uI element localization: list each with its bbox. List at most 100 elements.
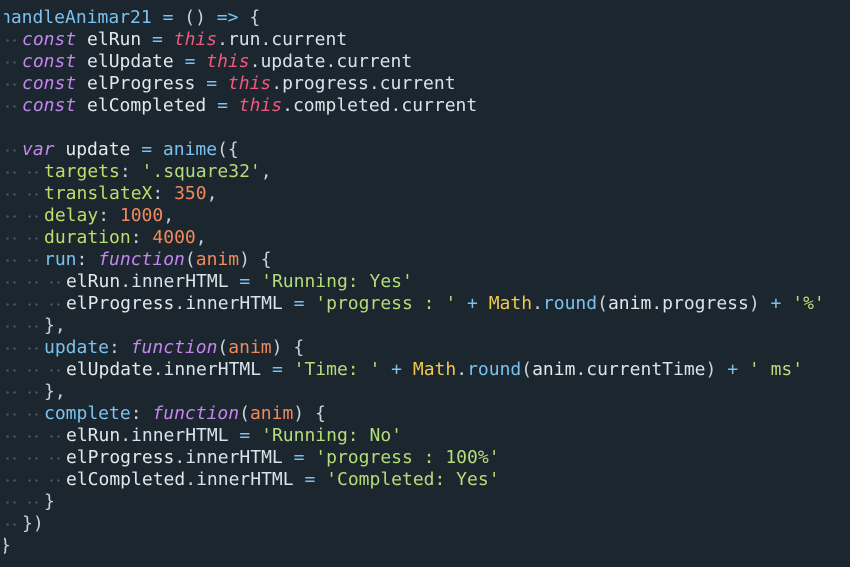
code-line[interactable]: update: function(anim) { [0, 337, 850, 359]
code-line[interactable]: complete: function(anim) { [0, 403, 850, 425]
code-text: }) [22, 513, 44, 535]
indent-guide [44, 447, 66, 469]
code-token: this [238, 95, 283, 116]
code-text: }, [44, 315, 66, 337]
code-token: }, [44, 315, 66, 336]
code-line[interactable]: elRun.innerHTML = 'Running: No' [0, 425, 850, 447]
code-line[interactable]: } [0, 491, 850, 513]
code-text: var update = anime({ [22, 139, 239, 161]
code-token: function [152, 403, 240, 424]
code-text: delay: 1000, [44, 205, 174, 227]
code-token: + [467, 293, 478, 314]
code-token: duration [44, 227, 131, 248]
code-token: 'progress : 100%' [315, 447, 500, 468]
code-token: innerHTML [131, 425, 229, 446]
indent-guide [0, 293, 22, 315]
code-token: . [185, 469, 197, 490]
code-token: + [391, 359, 403, 380]
code-line[interactable]: translateX: 350, [0, 183, 850, 205]
code-line[interactable]: elProgress.innerHTML = 'progress : ' + M… [0, 293, 850, 315]
code-token: run [227, 29, 261, 50]
code-text: complete: function(anim) { [44, 403, 326, 425]
code-token: elRun [66, 425, 121, 446]
code-line[interactable]: }, [0, 315, 850, 337]
code-line[interactable]: const elCompleted = this.completed.curre… [0, 95, 850, 117]
code-token: anim [228, 337, 272, 358]
code-editor[interactable]: handleAnimar21 = () => {const elRun = th… [0, 0, 850, 567]
code-line[interactable]: elCompleted.innerHTML = 'Completed: Yes' [0, 469, 850, 491]
indent-guide [0, 381, 22, 403]
indent-guide [22, 315, 44, 337]
code-line[interactable]: delay: 1000, [0, 205, 850, 227]
code-token: ) [748, 293, 760, 314]
code-token: handleAnimar21 [0, 7, 152, 28]
code-token: . [120, 271, 132, 292]
code-line[interactable]: var update = anime({ [0, 139, 850, 161]
code-token: this [206, 51, 250, 72]
code-line[interactable]: targets: '.square32', [0, 161, 850, 183]
code-line[interactable] [0, 117, 850, 139]
code-token: = [152, 29, 163, 50]
code-token: Math [488, 293, 533, 314]
code-token: ) [705, 359, 717, 380]
code-token: = [239, 271, 251, 292]
indent-guide [22, 271, 44, 293]
indent-guide [22, 469, 44, 491]
code-line[interactable]: const elRun = this.run.current [0, 29, 850, 51]
code-line[interactable]: const elProgress = this.progress.current [0, 73, 850, 95]
code-token: elProgress [66, 293, 175, 314]
code-token: innerHTML [185, 447, 283, 468]
code-token: . [532, 293, 543, 314]
indent-guide [0, 315, 22, 337]
code-line[interactable]: }, [0, 381, 850, 403]
code-token: 'Running: No' [261, 425, 402, 446]
code-token: ) [271, 337, 283, 358]
code-token: = [304, 469, 316, 490]
code-token: { [314, 403, 326, 424]
code-line[interactable]: elProgress.innerHTML = 'progress : 100%' [0, 447, 850, 469]
code-line[interactable]: const elUpdate = this.update.current [0, 51, 850, 73]
code-token: : [109, 337, 120, 358]
code-token: 'Running: Yes' [261, 271, 413, 292]
code-token: elRun [76, 29, 153, 50]
code-token: innerHTML [163, 359, 262, 380]
indent-guide [0, 95, 22, 117]
code-token: 'Time: ' [293, 359, 381, 380]
code-token: = [162, 7, 174, 28]
code-token: 'progress : ' [315, 293, 457, 314]
code-line[interactable]: elUpdate.innerHTML = 'Time: ' + Math.rou… [0, 359, 850, 381]
indent-guide [0, 337, 22, 359]
code-token: update [54, 139, 142, 160]
indent-guide [22, 359, 44, 381]
code-token: elUpdate [66, 359, 153, 380]
indent-guide [22, 381, 44, 403]
code-line[interactable]: elRun.innerHTML = 'Running: Yes' [0, 271, 850, 293]
code-line[interactable]: run: function(anim) { [0, 249, 850, 271]
code-text: translateX: 350, [44, 183, 217, 205]
code-token: . [325, 51, 337, 72]
code-token: = [271, 359, 283, 380]
code-line[interactable]: handleAnimar21 = () => { [0, 7, 850, 29]
code-token: Math [412, 359, 457, 380]
code-line[interactable]: }) [0, 513, 850, 535]
code-token: 4000 [152, 227, 196, 248]
code-line[interactable]: } [0, 535, 850, 557]
indent-guide [0, 513, 22, 535]
code-token: }) [22, 513, 44, 534]
code-line[interactable]: duration: 4000, [0, 227, 850, 249]
code-token: : [130, 403, 142, 424]
code-token: '%' [792, 293, 825, 314]
